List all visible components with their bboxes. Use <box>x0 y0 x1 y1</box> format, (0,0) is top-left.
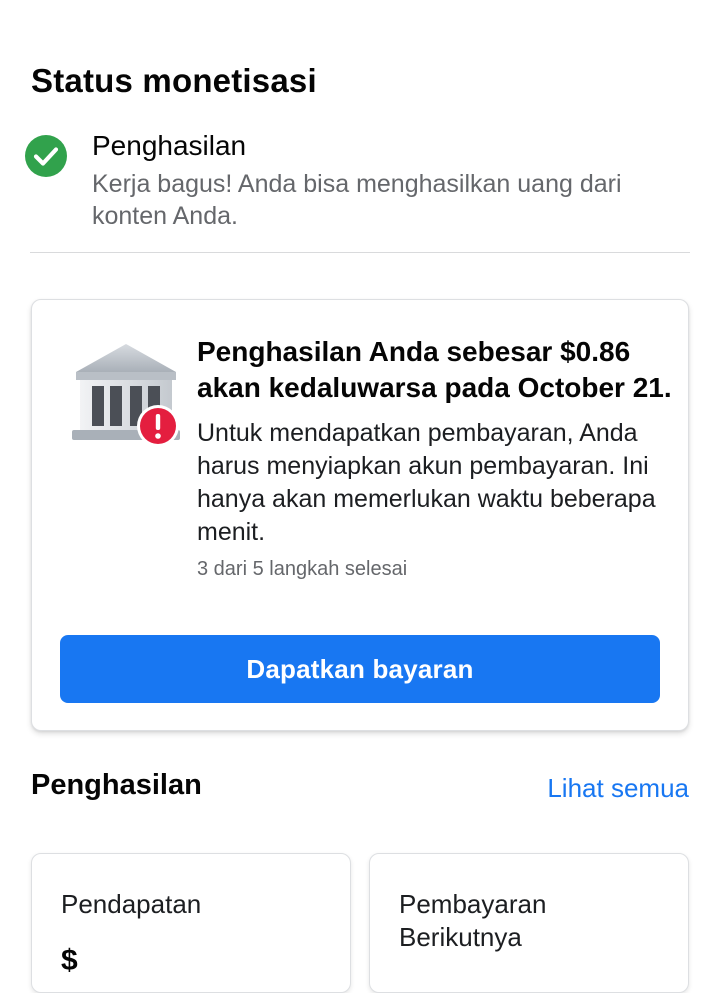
status-description: Kerja bagus! Anda bisa menghasilkan uang… <box>92 170 622 230</box>
payout-setup-card: Penghasilan Anda sebesar $0.86 akan keda… <box>31 299 689 731</box>
revenue-value: $ <box>61 944 78 977</box>
section-divider <box>30 252 690 253</box>
status-text: Penghasilan Kerja bagus! Anda bisa mengh… <box>92 128 692 232</box>
setup-progress-text: 3 dari 5 langkah selesai <box>197 558 408 580</box>
see-all-link[interactable]: Lihat semua <box>547 773 689 804</box>
revenue-label: Pendapatan <box>61 889 202 919</box>
payout-headline: Penghasilan Anda sebesar $0.86 akan keda… <box>197 336 672 403</box>
alert-icon <box>137 405 179 447</box>
payout-card-text: Penghasilan Anda sebesar $0.86 akan keda… <box>197 334 675 582</box>
get-paid-button[interactable]: Dapatkan bayaran <box>60 635 660 703</box>
next-payout-label: Pembayaran Berikutnya <box>399 889 547 952</box>
earnings-section-title: Penghasilan <box>31 769 202 801</box>
check-circle-icon <box>25 135 67 177</box>
next-payout-card[interactable]: Pembayaran Berikutnya <box>369 853 689 993</box>
revenue-card[interactable]: Pendapatan $ <box>31 853 351 993</box>
page-title: Status monetisasi <box>31 62 317 99</box>
payout-description: Untuk mendapatkan pembayaran, Anda harus… <box>197 419 656 546</box>
status-title: Penghasilan <box>92 130 247 161</box>
